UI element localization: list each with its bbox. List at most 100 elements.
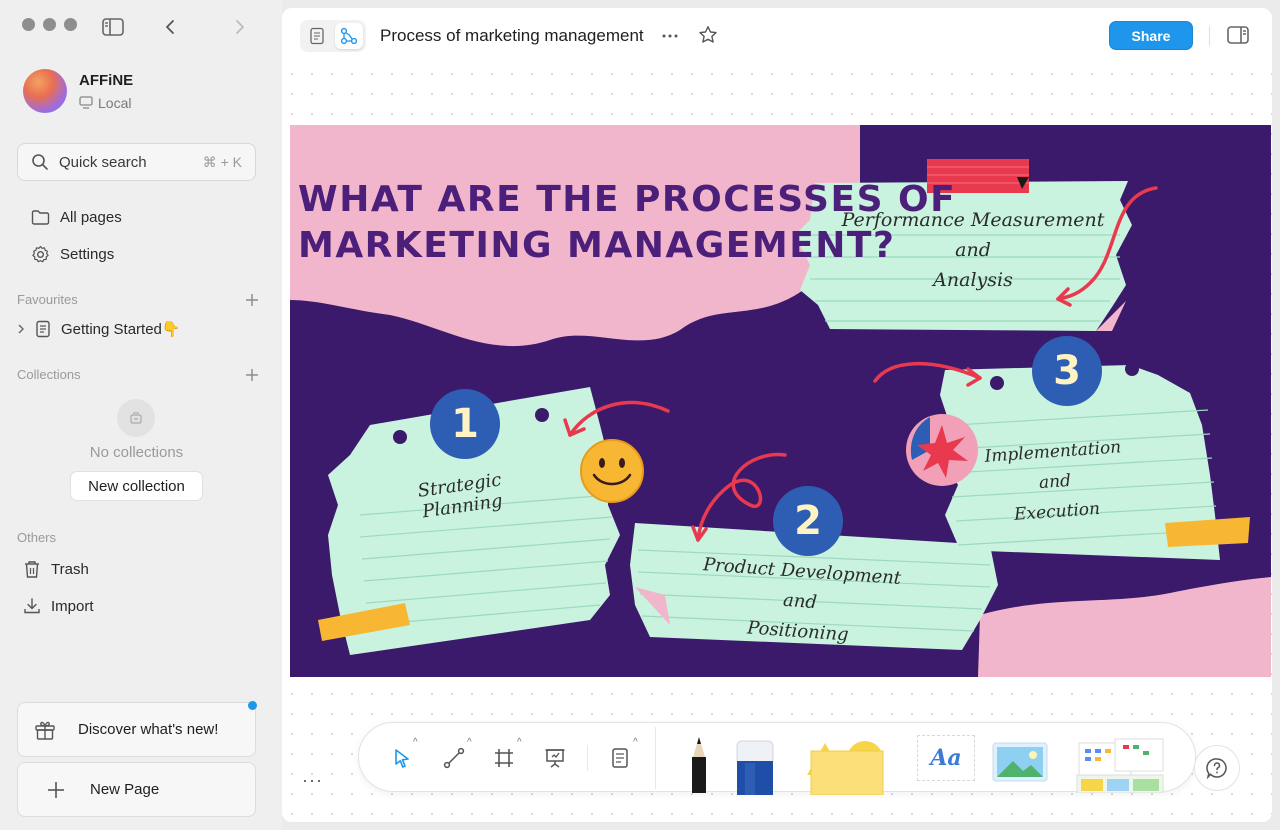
gift-icon (35, 721, 55, 740)
canvas-more-button[interactable]: ··· (302, 770, 323, 791)
gear-icon (32, 245, 49, 263)
workspace-switcher[interactable]: AFFiNE Local (23, 69, 133, 113)
computer-icon (79, 96, 93, 109)
select-tool-caret-icon[interactable]: ^ (413, 737, 418, 748)
pointer-icon (395, 749, 409, 768)
nav-settings-label: Settings (60, 246, 115, 263)
page-mode-button[interactable] (303, 23, 331, 49)
window-controls (22, 18, 77, 31)
favorite-star-icon[interactable] (698, 25, 718, 45)
add-collection-plus-icon[interactable] (244, 367, 260, 383)
eraser-icon (736, 740, 774, 795)
connector-tool-button[interactable] (441, 745, 467, 771)
back-arrow-icon[interactable] (162, 16, 180, 38)
quick-search-label: Quick search (59, 153, 147, 171)
discover-label: Discover what's new! (78, 721, 219, 738)
connector-icon (443, 747, 465, 769)
import-icon (24, 598, 40, 614)
toolbar-section-divider (655, 727, 656, 789)
nav-all-pages[interactable]: All pages (31, 209, 122, 226)
shape-tool-button[interactable] (803, 739, 895, 796)
top-note-line1: Performance Measurement and (841, 209, 1105, 261)
workspace-storage-label: Local (98, 94, 132, 111)
page-title[interactable]: Process of marketing management (380, 26, 644, 46)
image-icon (992, 742, 1048, 782)
new-page-label: New Page (90, 781, 160, 798)
page-mode-icon (310, 27, 324, 45)
pen-tool-button[interactable] (687, 735, 711, 793)
image-tool-button[interactable] (991, 739, 1049, 783)
note-tool-button[interactable] (607, 745, 633, 771)
templates-icon (1076, 738, 1164, 794)
presentation-icon (545, 749, 565, 768)
new-indicator-dot (248, 701, 257, 710)
main-editor: Process of marketing management Share WH… (282, 8, 1272, 822)
toolbar-divider (587, 745, 588, 771)
nav-all-pages-label: All pages (60, 209, 122, 226)
workspace-name: AFFiNE (79, 71, 134, 89)
new-collection-button[interactable]: New collection (70, 471, 203, 501)
note-icon (612, 748, 628, 768)
eraser-tool-button[interactable] (735, 739, 775, 795)
sidebar-toggle-icon[interactable] (102, 18, 124, 36)
nav-import[interactable]: Import (23, 597, 94, 615)
new-page-button[interactable]: New Page (17, 762, 256, 817)
help-icon (1206, 758, 1227, 779)
frame-tool-button[interactable] (491, 745, 517, 771)
edgeless-mode-icon (340, 27, 358, 45)
frame-tool-caret-icon[interactable]: ^ (517, 737, 522, 748)
nav-settings[interactable]: Settings (31, 245, 114, 264)
text-tool-button[interactable]: Aa (917, 735, 975, 781)
marketing-infographic-image[interactable]: WHAT ARE THE PROCESSES OF MARKETING MANA… (290, 125, 1271, 677)
step-2-label: Product Development and Positioning (687, 549, 913, 654)
nav-trash-label: Trash (51, 561, 89, 578)
favourite-item-getting-started[interactable]: Getting Started👇 (17, 320, 181, 338)
note-tool-caret-icon[interactable]: ^ (633, 737, 638, 748)
header-divider (1209, 26, 1210, 46)
help-button[interactable] (1194, 745, 1240, 791)
workspace-storage: Local (79, 95, 133, 111)
presentation-tool-button[interactable] (542, 745, 568, 771)
others-heading: Others (17, 530, 57, 545)
edgeless-mode-button[interactable] (335, 23, 363, 49)
empty-collections-icon (117, 399, 155, 437)
page-icon (36, 320, 50, 338)
trash-icon (25, 561, 39, 578)
discover-whats-new-button[interactable]: Discover what's new! (17, 701, 257, 757)
nav-trash[interactable]: Trash (23, 560, 89, 579)
frame-icon (495, 749, 513, 767)
step-2-badge: 2 (773, 486, 843, 556)
page-mode-switch[interactable] (300, 20, 366, 52)
pen-icon (692, 737, 706, 793)
page-header: Process of marketing management Share (282, 8, 1272, 64)
connector-tool-caret-icon[interactable]: ^ (467, 737, 472, 748)
nav-import-label: Import (51, 597, 94, 615)
template-tool-button[interactable] (1075, 737, 1167, 794)
workspace-avatar (23, 69, 67, 113)
collections-heading: Collections (17, 367, 81, 382)
favourites-heading: Favourites (17, 292, 78, 307)
chevron-right-icon[interactable] (17, 323, 25, 335)
close-window-button[interactable] (22, 18, 35, 31)
more-options-icon[interactable] (660, 26, 680, 46)
quick-search-shortcut: ⌘ + K (202, 153, 242, 170)
share-button[interactable]: Share (1109, 21, 1193, 50)
quick-search[interactable]: Quick search ⌘ + K (17, 143, 256, 181)
forward-arrow-icon[interactable] (230, 16, 248, 38)
step-3-badge: 3 (1032, 336, 1102, 406)
favourite-item-label: Getting Started👇 (61, 321, 181, 338)
sidebar: AFFiNE Local Quick search ⌘ + K All page… (0, 0, 282, 830)
zoom-window-button[interactable] (64, 18, 77, 31)
select-tool-button[interactable] (389, 745, 415, 771)
search-icon (32, 154, 48, 170)
shapes-icon (807, 741, 884, 796)
step-3-label: Implementation and Execution (967, 431, 1143, 533)
step-1-badge: 1 (430, 389, 500, 459)
add-favourite-plus-icon[interactable] (244, 292, 260, 308)
minimize-window-button[interactable] (43, 18, 56, 31)
top-note-line2: Analysis (933, 269, 1013, 291)
plus-icon (48, 781, 64, 798)
right-sidebar-toggle-icon[interactable] (1227, 26, 1249, 44)
no-collections-text: No collections (89, 444, 184, 461)
edgeless-toolbar: ^ ^ ^ ^ Aa (358, 722, 1196, 796)
